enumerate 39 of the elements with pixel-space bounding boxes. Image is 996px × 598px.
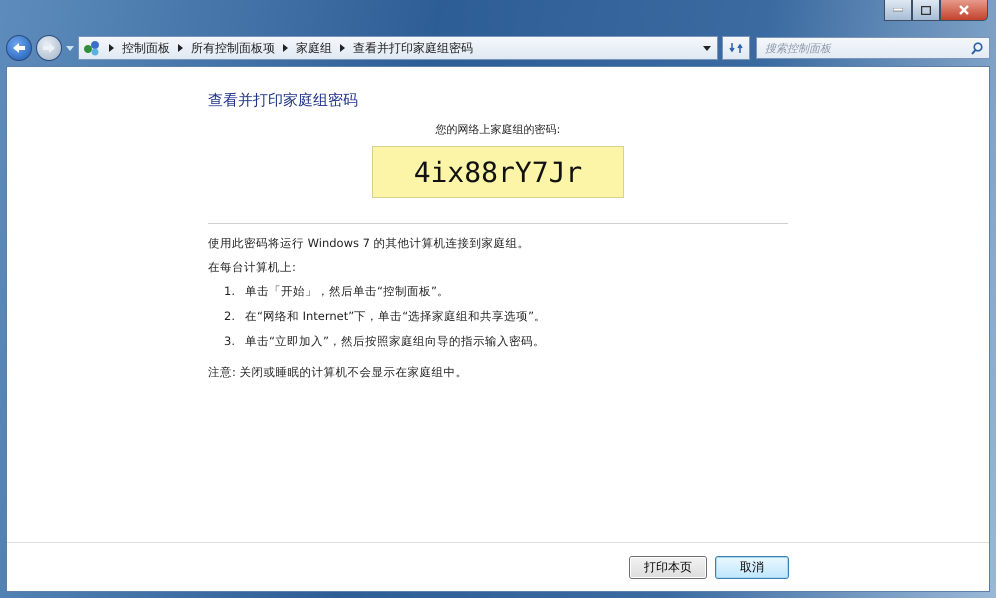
dialog-button[interactable]: 取消 <box>715 556 789 578</box>
step-number: 3. <box>224 334 235 349</box>
search-icon[interactable] <box>971 42 983 54</box>
breadcrumb-item[interactable]: 查看并打印家庭组密码 <box>353 40 473 56</box>
dropdown-icon[interactable] <box>703 46 711 50</box>
minimize-button[interactable] <box>884 0 912 21</box>
search-field[interactable]: 搜索控制面板 <box>763 40 971 56</box>
back-arrow-icon <box>12 42 26 54</box>
refresh-button[interactable] <box>722 36 750 60</box>
refresh-icon <box>729 42 743 54</box>
password-label: 您的网络上家庭组的密码: <box>434 122 562 137</box>
breadcrumb-item[interactable]: 控制面板 <box>122 40 170 56</box>
breadcrumb-item[interactable]: 所有控制面板项 <box>191 40 275 56</box>
page-heading: 查看并打印家庭组密码 <box>208 91 359 110</box>
back-button[interactable] <box>6 35 32 61</box>
step-text: 单击“立即加入”，然后按照家庭组向导的指示输入密码。 <box>244 334 545 349</box>
control-panel-icon <box>83 40 101 56</box>
dialog-button[interactable]: 打印本页 <box>629 556 707 578</box>
note-text: 注意: 关闭或睡眠的计算机不会显示在家庭组中。 <box>208 365 469 380</box>
maximize-button[interactable] <box>912 0 940 21</box>
close-button[interactable] <box>940 0 988 21</box>
intro-text: 使用此密码将运行 Windows 7 的其他计算机连接到家庭组。 <box>208 236 531 251</box>
close-icon <box>958 5 970 15</box>
step-text: 单击「开始」，然后单击“控制面板”。 <box>244 284 449 299</box>
breadcrumb-item[interactable]: 家庭组 <box>296 40 332 56</box>
chevron-icon[interactable] <box>178 44 183 52</box>
maximize-icon <box>921 6 931 14</box>
chevron-icon[interactable] <box>340 44 345 52</box>
subheading-text: 在每台计算机上: <box>208 260 297 275</box>
forward-arrow-icon <box>42 42 56 54</box>
step-number: 2. <box>224 309 235 324</box>
step-number: 1. <box>224 284 235 299</box>
step-text: 在“网络和 Internet”下，单击“选择家庭组和共享选项”。 <box>244 309 546 324</box>
forward-button[interactable] <box>36 35 62 61</box>
chevron-icon[interactable] <box>283 44 288 52</box>
password-box: 4ix88rY7Jr <box>372 146 624 198</box>
chevron-icon[interactable] <box>109 44 114 52</box>
search-bar[interactable]: 搜索控制面板 <box>756 37 990 59</box>
minimize-icon <box>893 8 903 12</box>
